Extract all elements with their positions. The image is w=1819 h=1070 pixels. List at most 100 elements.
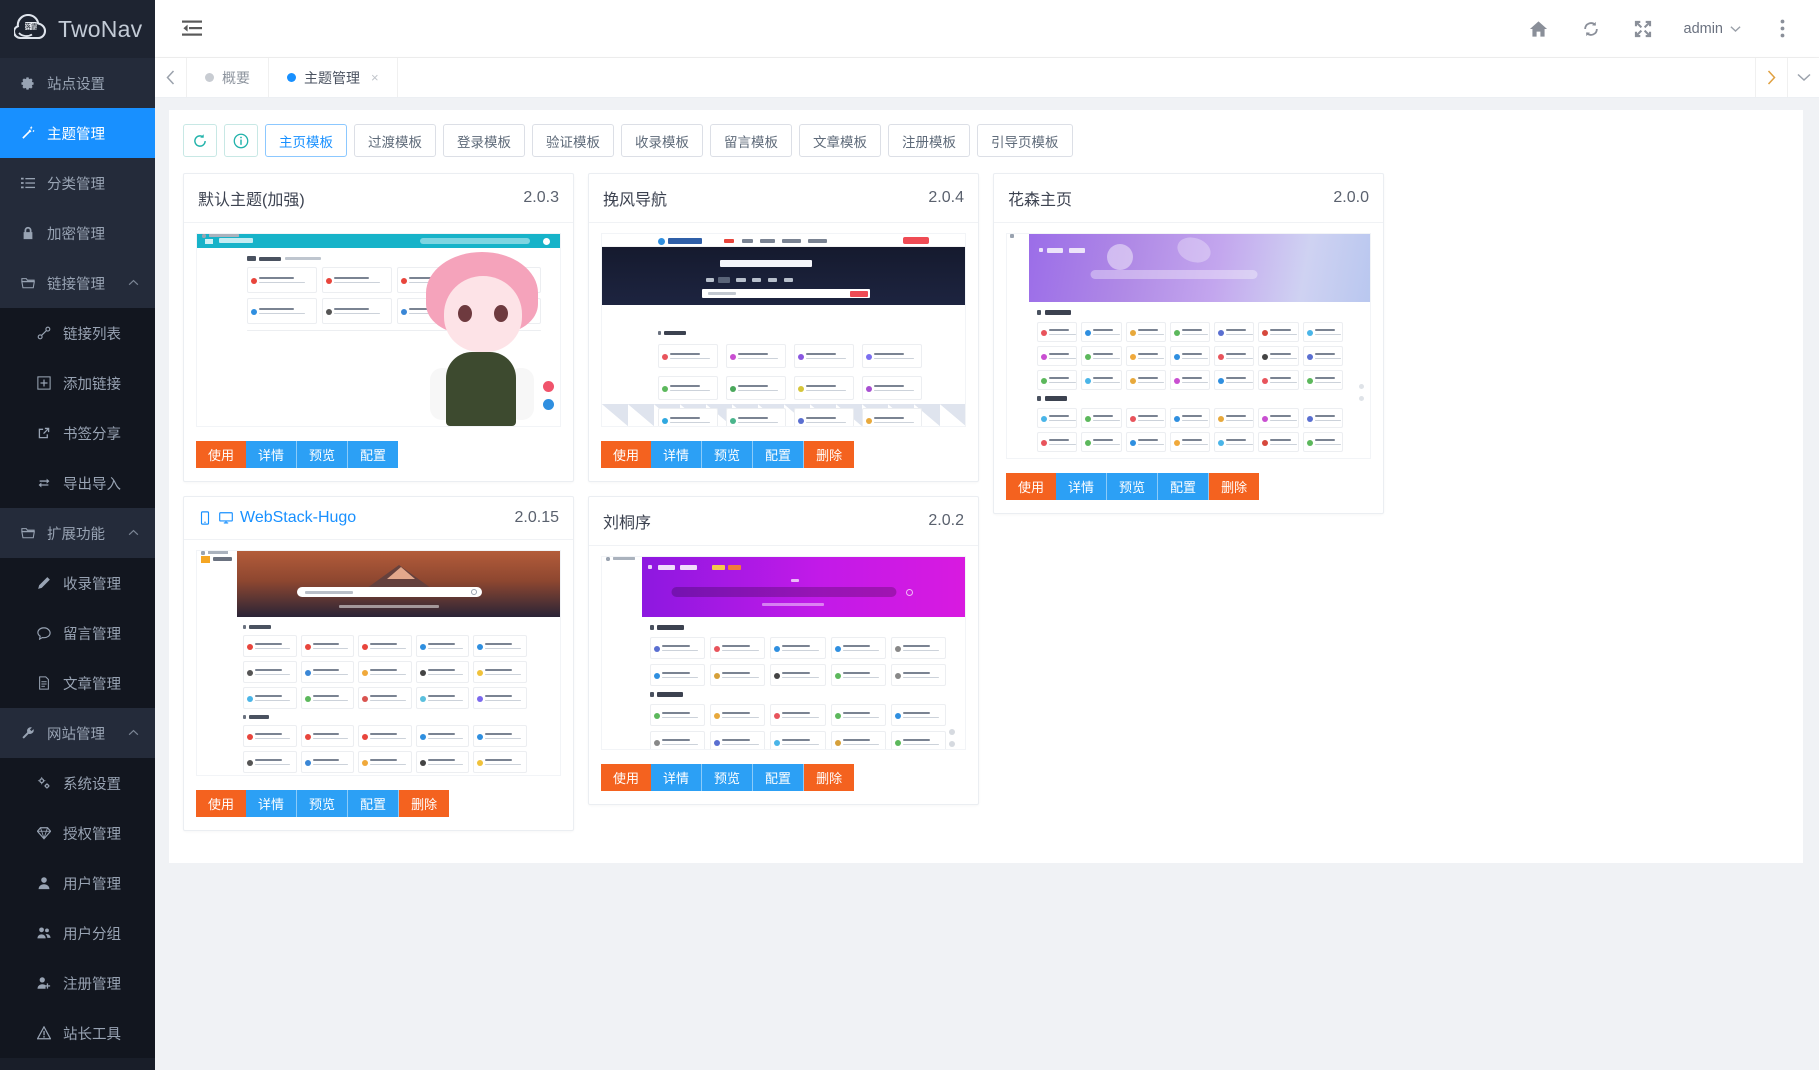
theme-card-header: 刘桐序 2.0.2 xyxy=(589,497,978,546)
sidebar-item-label: 站长工具 xyxy=(63,1026,121,1043)
tabs-container: 概要 主题管理 × xyxy=(187,58,1755,97)
warning-triangle-icon xyxy=(34,1026,54,1040)
sidebar-item-5[interactable]: 链接列表 xyxy=(0,308,155,358)
fullscreen-icon[interactable] xyxy=(1632,18,1654,40)
sidebar-item-12[interactable]: 文章管理 xyxy=(0,658,155,708)
sidebar-item-7[interactable]: 书签分享 xyxy=(0,408,155,458)
theme-action-3[interactable]: 配置 xyxy=(348,790,400,817)
sidebar-item-0[interactable]: 站点设置 xyxy=(0,58,155,108)
refresh-icon[interactable] xyxy=(1580,18,1602,40)
theme-action-2[interactable]: 预览 xyxy=(297,441,349,468)
sidebar-item-label: 注册管理 xyxy=(63,976,121,993)
chevron-right-icon[interactable] xyxy=(1755,58,1787,97)
filter-button-0[interactable]: 主页模板 xyxy=(265,124,347,157)
user-name: admin xyxy=(1683,20,1724,37)
filter-button-4[interactable]: 收录模板 xyxy=(621,124,703,157)
filter-button-2[interactable]: 登录模板 xyxy=(443,124,525,157)
theme-version: 2.0.3 xyxy=(523,189,559,206)
brand-logo-area[interactable]: 落霞 TwoNav xyxy=(0,0,155,58)
sidebar-item-16[interactable]: 用户管理 xyxy=(0,858,155,908)
sidebar-item-4[interactable]: 链接管理 xyxy=(0,258,155,308)
theme-action-4[interactable]: 删除 xyxy=(1209,473,1260,500)
sidebar-item-2[interactable]: 分类管理 xyxy=(0,158,155,208)
huasen-homepage-thumbnail[interactable] xyxy=(1006,233,1371,459)
desktop-icon xyxy=(219,511,233,525)
theme-version: 2.0.4 xyxy=(928,189,964,206)
sidebar-item-13[interactable]: 网站管理 xyxy=(0,708,155,758)
menu-fold-icon[interactable] xyxy=(179,16,205,42)
theme-action-1[interactable]: 详情 xyxy=(651,441,703,468)
close-icon[interactable]: × xyxy=(371,70,379,85)
theme-action-3[interactable]: 配置 xyxy=(348,441,399,468)
theme-action-1[interactable]: 详情 xyxy=(1056,473,1108,500)
theme-card-actions: 使用 详情 预览 配置 xyxy=(184,433,573,481)
cloud-logo-icon: 落霞 xyxy=(12,13,48,44)
wanfeng-nav-thumbnail[interactable] xyxy=(601,233,966,427)
sidebar-item-10[interactable]: 收录管理 xyxy=(0,558,155,608)
filter-button-6[interactable]: 文章模板 xyxy=(799,124,881,157)
sidebar-item-6[interactable]: 添加链接 xyxy=(0,358,155,408)
sidebar-item-8[interactable]: 导出导入 xyxy=(0,458,155,508)
theme-action-3[interactable]: 配置 xyxy=(753,441,805,468)
theme-action-2[interactable]: 预览 xyxy=(702,764,754,791)
theme-card-header: WebStack-Hugo 2.0.15 xyxy=(184,497,573,540)
theme-action-0[interactable]: 使用 xyxy=(1006,473,1057,500)
sidebar-item-14[interactable]: 系统设置 xyxy=(0,758,155,808)
sidebar-item-3[interactable]: 加密管理 xyxy=(0,208,155,258)
sidebar-item-label: 导出导入 xyxy=(63,476,121,493)
tab-bar: 概要 主题管理 × xyxy=(155,58,1819,98)
theme-action-2[interactable]: 预览 xyxy=(702,441,754,468)
user-menu[interactable]: admin xyxy=(1684,21,1742,37)
theme-name: 花森主页 xyxy=(1008,192,1073,209)
liutongxu-thumbnail[interactable] xyxy=(601,556,966,750)
info-button[interactable] xyxy=(224,124,258,157)
sidebar-item-label: 授权管理 xyxy=(63,826,121,843)
sidebar-item-11[interactable]: 留言管理 xyxy=(0,608,155,658)
tab-0[interactable]: 概要 xyxy=(187,58,269,97)
chevron-left-icon[interactable] xyxy=(155,58,187,97)
theme-title-group[interactable]: WebStack-Hugo xyxy=(198,509,356,527)
sidebar-item-1[interactable]: 主题管理 xyxy=(0,108,155,158)
theme-card-header: 挽风导航 2.0.4 xyxy=(589,174,978,223)
tab-dropdown-icon[interactable] xyxy=(1787,58,1819,97)
filter-button-8[interactable]: 引导页模板 xyxy=(977,124,1073,157)
theme-action-1[interactable]: 详情 xyxy=(651,764,703,791)
refresh-button[interactable] xyxy=(183,124,217,157)
default-theme-thumbnail[interactable] xyxy=(196,233,561,427)
sidebar-item-label: 添加链接 xyxy=(63,376,121,393)
sidebar-item-17[interactable]: 用户分组 xyxy=(0,908,155,958)
theme-action-4[interactable]: 删除 xyxy=(804,441,855,468)
theme-action-0[interactable]: 使用 xyxy=(196,441,247,468)
sidebar-item-15[interactable]: 授权管理 xyxy=(0,808,155,858)
theme-card-header: 默认主题(加强) 2.0.3 xyxy=(184,174,573,223)
theme-action-1[interactable]: 详情 xyxy=(246,790,298,817)
sidebar-item-label: 站点设置 xyxy=(47,76,105,93)
theme-action-3[interactable]: 配置 xyxy=(1158,473,1210,500)
sidebar-item-9[interactable]: 扩展功能 xyxy=(0,508,155,558)
sidebar-item-19[interactable]: 站长工具 xyxy=(0,1008,155,1058)
theme-action-4[interactable]: 删除 xyxy=(804,764,855,791)
theme-action-4[interactable]: 删除 xyxy=(399,790,450,817)
sidebar-item-label: 加密管理 xyxy=(47,226,105,243)
tab-1[interactable]: 主题管理 × xyxy=(269,58,398,97)
theme-action-2[interactable]: 预览 xyxy=(1107,473,1159,500)
theme-action-0[interactable]: 使用 xyxy=(601,764,652,791)
sidebar-item-18[interactable]: 注册管理 xyxy=(0,958,155,1008)
ellipsis-vertical-icon[interactable] xyxy=(1771,18,1793,40)
filter-button-3[interactable]: 验证模板 xyxy=(532,124,614,157)
list-icon xyxy=(18,176,38,190)
mobile-icon xyxy=(198,511,212,525)
theme-action-0[interactable]: 使用 xyxy=(601,441,652,468)
filter-button-1[interactable]: 过渡模板 xyxy=(354,124,436,157)
home-icon[interactable] xyxy=(1528,18,1550,40)
theme-action-2[interactable]: 预览 xyxy=(297,790,349,817)
folder-icon xyxy=(18,526,38,540)
theme-action-3[interactable]: 配置 xyxy=(753,764,805,791)
theme-action-0[interactable]: 使用 xyxy=(196,790,247,817)
webstack-hugo-thumbnail[interactable] xyxy=(196,550,561,776)
theme-action-1[interactable]: 详情 xyxy=(246,441,298,468)
sidebar-item-label: 用户管理 xyxy=(63,876,121,893)
filter-button-7[interactable]: 注册模板 xyxy=(888,124,970,157)
filter-button-5[interactable]: 留言模板 xyxy=(710,124,792,157)
tab-status-dot xyxy=(205,73,214,82)
